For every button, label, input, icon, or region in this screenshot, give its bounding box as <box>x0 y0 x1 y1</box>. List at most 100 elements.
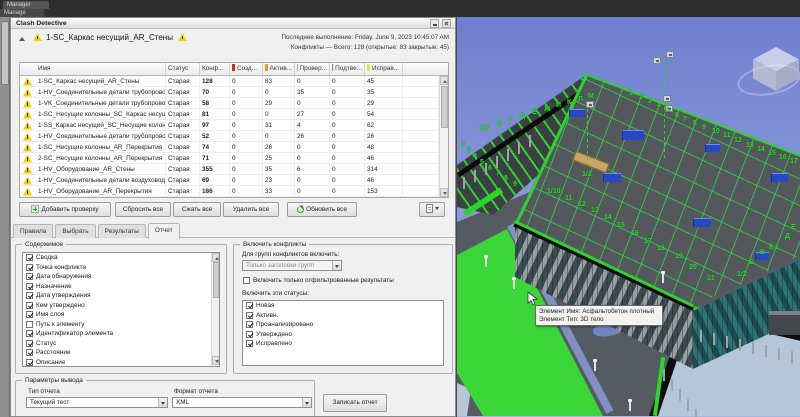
checkbox[interactable] <box>26 321 33 328</box>
update-all-button[interactable]: Обновить все <box>287 202 357 217</box>
checkbox[interactable] <box>246 312 253 319</box>
street-lamp[interactable] <box>594 361 596 371</box>
table-row[interactable]: 1-VK_Соединительные детали трубопроводов… <box>20 98 439 109</box>
checkbox[interactable] <box>26 311 33 318</box>
scroll-thumb[interactable] <box>441 86 448 128</box>
contents-scrollbar[interactable] <box>211 253 219 365</box>
rooftop-hvac-unit[interactable] <box>771 173 788 182</box>
table-row[interactable]: 1-SC_Несущие колонны_AR_Перекрытия Стара… <box>20 142 439 153</box>
scroll-up-icon[interactable] <box>212 253 219 262</box>
report-type-select[interactable]: Текущий тест <box>26 397 168 408</box>
content-option[interactable]: Идентификатор элемента <box>23 329 219 339</box>
export-report-button[interactable] <box>419 202 445 217</box>
outbuilding[interactable] <box>769 311 800 335</box>
panel-tab[interactable]: Результаты <box>98 224 146 238</box>
section-marker-icon[interactable] <box>653 57 661 64</box>
checkbox[interactable] <box>26 359 33 366</box>
viewport-3d[interactable]: 123456789101112131415161718МЛКИЖЕДГБ1/32… <box>456 17 800 417</box>
docked-panel-tab[interactable] <box>1 21 9 85</box>
rooftop-hvac-unit[interactable] <box>705 144 720 152</box>
write-report-button[interactable]: Записать отчет <box>323 394 387 412</box>
street-lamp[interactable] <box>629 401 631 411</box>
rooftop-hvac-unit[interactable] <box>569 109 585 117</box>
minimize-icon[interactable] <box>430 19 439 28</box>
table-row[interactable]: 1-SS_Каркас несущий_SC_Несущие колонны С… <box>20 120 439 131</box>
scroll-thumb[interactable] <box>213 262 219 298</box>
street-lamp[interactable] <box>513 279 515 289</box>
reset-all-button[interactable]: Сбросить все <box>115 202 171 217</box>
content-option[interactable]: Имя слоя <box>23 310 219 320</box>
scroll-up-icon[interactable] <box>440 76 448 85</box>
section-marker-icon[interactable] <box>666 51 674 58</box>
status-option[interactable]: Активн. <box>243 311 443 321</box>
table-row[interactable]: 1-HV_Оборудование_AR_Стены Старая 355 0 … <box>20 164 439 175</box>
table-scrollbar[interactable] <box>439 76 448 197</box>
col-reviewed[interactable]: Провер... <box>295 63 330 75</box>
col-name[interactable]: Имя <box>20 63 166 75</box>
tab-manage[interactable]: Manage <box>0 9 44 17</box>
panel-tab[interactable]: Выбрать <box>55 224 95 238</box>
checkbox[interactable] <box>246 302 253 309</box>
section-marker-icon[interactable] <box>586 101 594 108</box>
add-test-button[interactable]: Добавить проверку <box>19 202 111 217</box>
table-header[interactable]: Имя Статус Конф... Созд... Актив... Пров… <box>20 63 448 76</box>
table-row[interactable]: 1-HV_Соединительные детали трубопроводов… <box>20 87 439 98</box>
panel-tab[interactable]: Отчет <box>148 223 180 239</box>
table-row[interactable]: 1-HV_Оборудование_AR_Перекрытия Старая 1… <box>20 186 439 197</box>
content-option[interactable]: Расстояние <box>23 348 219 358</box>
checkbox[interactable] <box>26 273 33 280</box>
content-option[interactable]: Точка конфликта <box>23 263 219 273</box>
tab-manager[interactable]: Manager <box>3 1 49 9</box>
table-row[interactable]: 1-SC_Несущие колонны_SC_Каркас несущий С… <box>20 109 439 120</box>
status-option[interactable]: Утверждено <box>243 330 443 340</box>
compact-all-button[interactable]: Сжать все <box>173 202 221 217</box>
col-resolved[interactable]: Исправ... <box>365 63 403 75</box>
checkbox[interactable] <box>26 254 33 261</box>
checkbox[interactable] <box>243 277 250 284</box>
checkbox[interactable] <box>26 283 33 290</box>
panel-title-bar[interactable]: Clash Detective <box>11 18 455 29</box>
rooftop-hvac-unit[interactable] <box>693 218 711 227</box>
status-option[interactable]: Новая <box>243 301 443 311</box>
checkbox[interactable] <box>26 264 33 271</box>
checkbox[interactable] <box>26 349 33 356</box>
checkbox[interactable] <box>26 302 33 309</box>
collapse-chevron-icon[interactable] <box>19 37 25 41</box>
content-option[interactable]: Путь к элементу <box>23 320 219 330</box>
table-row[interactable]: 1-SC_Каркас несущий_AR_Стены Старая 128 … <box>20 76 439 87</box>
scroll-down-icon[interactable] <box>440 188 448 197</box>
checkbox[interactable] <box>246 321 253 328</box>
content-option[interactable]: Дата обнаружения <box>23 272 219 282</box>
col-clashes[interactable]: Конф... <box>200 63 230 75</box>
status-option[interactable]: Проанализировано <box>243 320 443 330</box>
col-status[interactable]: Статус <box>166 63 200 75</box>
delete-all-button[interactable]: Удалить все <box>223 202 279 217</box>
content-option[interactable]: Назначение <box>23 282 219 292</box>
rooftop-hvac-unit[interactable] <box>603 173 621 182</box>
table-row[interactable]: 1-HV_Соединительные детали трубопроводов… <box>20 131 439 142</box>
report-format-select[interactable]: XML <box>172 397 312 408</box>
content-option[interactable]: Статус <box>23 339 219 349</box>
table-row[interactable]: 1-HV_Соединительные детали воздуховодов_… <box>20 175 439 186</box>
filtered-only-option[interactable]: Включить только отфильтрованные результа… <box>240 276 394 286</box>
checkbox[interactable] <box>246 331 253 338</box>
col-active[interactable]: Актив... <box>263 63 295 75</box>
close-icon[interactable] <box>442 19 451 28</box>
content-option[interactable]: Кем утверждено <box>23 301 219 311</box>
street-lamp[interactable] <box>485 257 487 267</box>
table-row[interactable]: 2-SC_Несущие колонны_AR_Перекрытия Стара… <box>20 153 439 164</box>
checkbox[interactable] <box>246 340 253 347</box>
col-created[interactable]: Созд... <box>230 63 263 75</box>
col-approved[interactable]: Подтве... <box>330 63 365 75</box>
content-option[interactable]: Описание <box>23 358 219 368</box>
scroll-down-icon[interactable] <box>212 356 219 365</box>
checkbox[interactable] <box>26 292 33 299</box>
viewcube[interactable] <box>753 47 799 91</box>
checkbox[interactable] <box>26 340 33 347</box>
group-mode-select[interactable]: Только заголовки групп <box>242 260 342 271</box>
section-marker-icon[interactable] <box>663 95 671 102</box>
content-option[interactable]: Дата утверждения <box>23 291 219 301</box>
street-lamp[interactable] <box>662 273 664 283</box>
checkbox[interactable] <box>26 330 33 337</box>
rooftop-hvac-unit[interactable] <box>622 130 644 140</box>
